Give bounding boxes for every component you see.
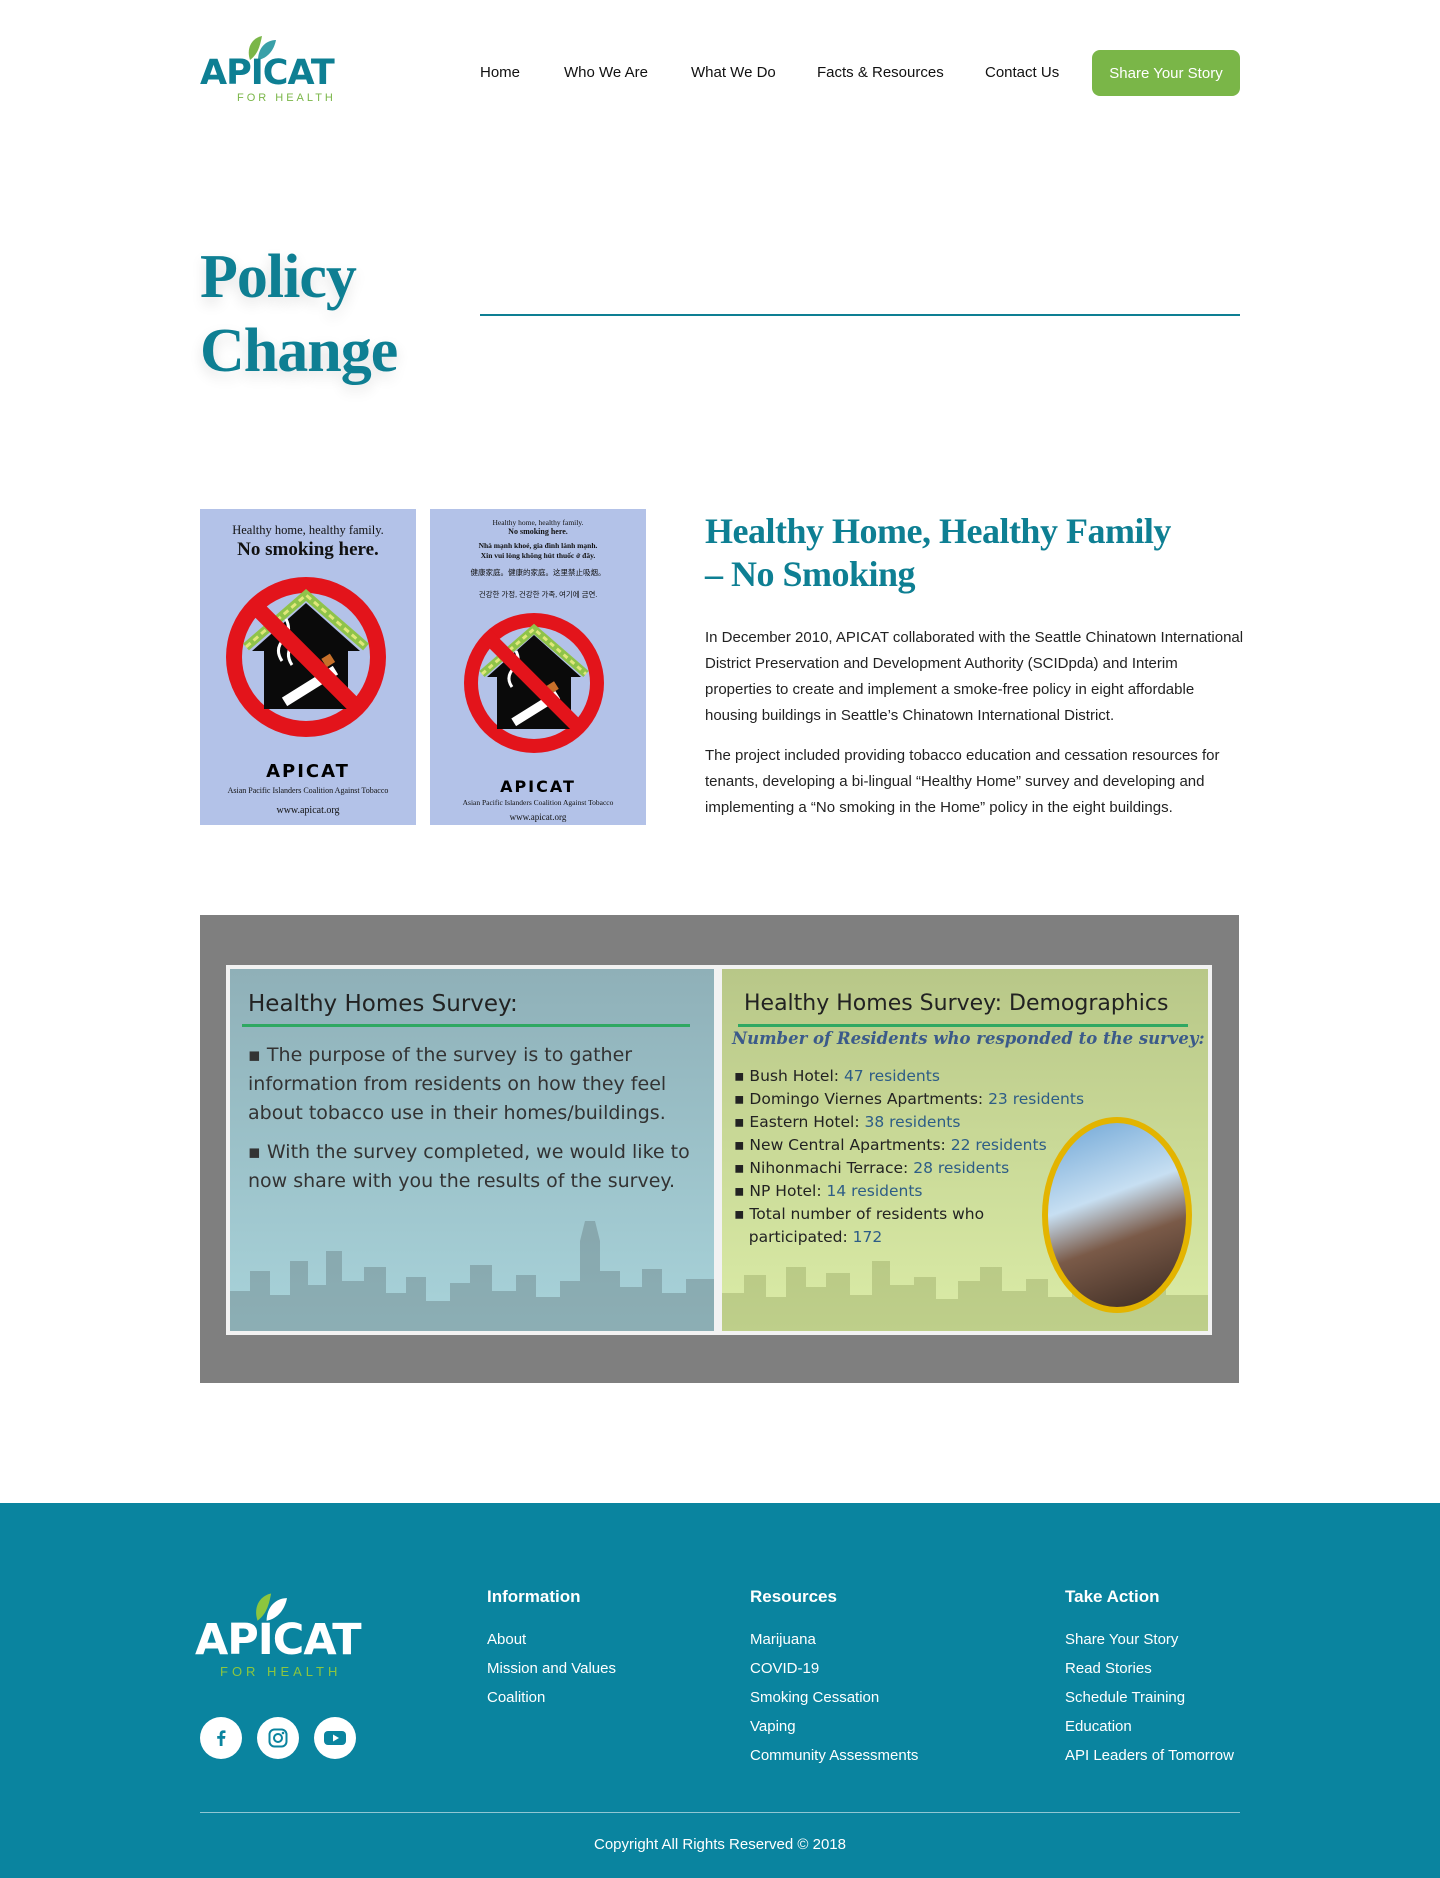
- footer-link-community-assessments[interactable]: Community Assessments: [750, 1741, 918, 1770]
- building-name: ▪ Nihonmachi Terrace:: [734, 1159, 909, 1177]
- footer-column-information: Information About Mission and Values Coa…: [487, 1587, 616, 1712]
- residents-total-value: 172: [852, 1228, 883, 1246]
- demographics-slide: Healthy Homes Survey: Demographics Numbe…: [722, 969, 1208, 1331]
- footer-logo-tagline: FOR HEALTH: [220, 1664, 342, 1679]
- footer-link-smoking-cessation[interactable]: Smoking Cessation: [750, 1683, 918, 1712]
- poster-org: Asian Pacific Islanders Coalition Agains…: [227, 786, 389, 795]
- survey-slides-image: Healthy Homes Survey: ▪ The purpose of t…: [200, 915, 1239, 1383]
- footer-divider: [200, 1812, 1240, 1813]
- nav-home[interactable]: Home: [480, 64, 520, 81]
- footer-logo-wordmark: APICAT: [195, 1615, 362, 1665]
- poster2-org: Asian Pacific Islanders Coalition Agains…: [462, 798, 614, 807]
- slide-left-bullet-1: ▪ The purpose of the survey is to gather…: [248, 1044, 667, 1124]
- slide-left-underline: [242, 1024, 690, 1027]
- no-smoking-poster-multilingual: Healthy home, healthy family. No smoking…: [430, 509, 646, 825]
- building-name: ▪ New Central Apartments:: [734, 1136, 946, 1154]
- logo-tagline: FOR HEALTH: [237, 92, 336, 104]
- instagram-link[interactable]: [257, 1717, 299, 1759]
- footer-column-resources: Resources Marijuana COVID-19 Smoking Ces…: [750, 1587, 918, 1770]
- article-paragraph-1: In December 2010, APICAT collaborated wi…: [705, 629, 1244, 724]
- slide-left-title: Healthy Homes Survey:: [248, 991, 518, 1017]
- slides-frame: Healthy Homes Survey: ▪ The purpose of t…: [226, 965, 1212, 1335]
- footer-column-take-action: Take Action Share Your Story Read Storie…: [1065, 1587, 1234, 1770]
- poster2-vi-line2: Xin vui lòng không hút thuốc ở đây.: [480, 551, 596, 560]
- footer-logo[interactable]: APICAT FOR HEALTH: [195, 1589, 370, 1681]
- poster-line1: Healthy home, healthy family.: [232, 523, 384, 537]
- footer-heading: Resources: [750, 1587, 837, 1606]
- copyright-text: Copyright All Rights Reserved © 2018: [593, 1836, 846, 1853]
- page-title-line1: Policy: [200, 243, 357, 311]
- footer-heading: Take Action: [1065, 1587, 1160, 1606]
- article-title-line1: Healthy Home, Healthy Family: [705, 511, 1171, 551]
- instagram-icon: [268, 1728, 288, 1748]
- footer-link-vaping[interactable]: Vaping: [750, 1712, 918, 1741]
- site-footer: APICAT FOR HEALTH Information About Miss…: [0, 1503, 1440, 1878]
- footer-link-marijuana[interactable]: Marijuana: [750, 1625, 918, 1654]
- footer-link-share-story[interactable]: Share Your Story: [1065, 1625, 1234, 1654]
- footer-link-api-leaders[interactable]: API Leaders of Tomorrow: [1065, 1741, 1234, 1770]
- nav-what-we-do[interactable]: What We Do: [691, 64, 776, 81]
- footer-link-about[interactable]: About: [487, 1625, 616, 1654]
- poster2-line2: No smoking here.: [508, 527, 568, 536]
- residents-count: 22 residents: [950, 1136, 1047, 1154]
- apicat-logo[interactable]: APICAT FOR HEALTH: [200, 32, 340, 108]
- residents-count: 28 residents: [913, 1159, 1010, 1177]
- footer-link-covid[interactable]: COVID-19: [750, 1654, 918, 1683]
- footer-link-mission[interactable]: Mission and Values: [487, 1654, 616, 1683]
- nav-contact-us[interactable]: Contact Us: [985, 64, 1059, 81]
- poster-line2: No smoking here.: [237, 539, 379, 560]
- no-smoking-house-icon: [464, 613, 604, 753]
- residents-list-item: ▪ Domingo Viernes Apartments: 23 residen…: [734, 1088, 1194, 1111]
- footer-link-read-stories[interactable]: Read Stories: [1065, 1654, 1234, 1683]
- share-your-story-button[interactable]: Share Your Story: [1092, 50, 1240, 96]
- no-smoking-house-icon: [226, 577, 386, 737]
- poster2-line1: Healthy home, healthy family.: [492, 518, 584, 527]
- slide-right-title: Healthy Homes Survey: Demographics: [744, 991, 1169, 1016]
- residents-total-label: participated:: [748, 1228, 848, 1246]
- city-skyline-graphic: [230, 1221, 714, 1331]
- slide-right-subhead: Number of Residents who responded to the…: [732, 1029, 1205, 1048]
- youtube-link[interactable]: [314, 1717, 356, 1759]
- no-smoking-poster-english: Healthy home, healthy family. No smoking…: [200, 509, 416, 825]
- building-name: ▪ NP Hotel:: [734, 1182, 822, 1200]
- residents-count: 38 residents: [864, 1113, 961, 1131]
- building-name: ▪ Domingo Viernes Apartments:: [734, 1090, 984, 1108]
- residents-count: 47 residents: [843, 1067, 940, 1085]
- footer-heading: Information: [487, 1587, 581, 1606]
- building-name: ▪ Bush Hotel:: [734, 1067, 839, 1085]
- slide-left-bullet-2: ▪ With the survey completed, we would li…: [248, 1141, 690, 1192]
- nav-facts-resources[interactable]: Facts & Resources: [817, 64, 944, 81]
- residents-count: 14 residents: [826, 1182, 923, 1200]
- facebook-link[interactable]: [200, 1717, 242, 1759]
- youtube-icon: [324, 1731, 346, 1745]
- footer-link-schedule-training[interactable]: Schedule Training: [1065, 1683, 1234, 1712]
- residents-list-item: ▪ Bush Hotel: 47 residents: [734, 1065, 1194, 1088]
- building-name: ▪ Eastern Hotel:: [734, 1113, 860, 1131]
- poster2-url: www.apicat.org: [509, 812, 567, 822]
- title-divider: [480, 314, 1240, 316]
- page-title-line2: Change: [200, 317, 398, 385]
- poster-url: www.apicat.org: [276, 805, 340, 816]
- poster-brand: APICAT: [266, 761, 350, 782]
- logo-wordmark: APICAT: [200, 53, 335, 93]
- footer-link-education[interactable]: Education: [1065, 1712, 1234, 1741]
- article-paragraph-2: The project included providing tobacco e…: [705, 747, 1220, 816]
- poster2-zh-line: 健康家庭。健康的家庭。这里禁止吸烟。: [470, 568, 606, 577]
- survey-slide: Healthy Homes Survey: ▪ The purpose of t…: [230, 969, 714, 1331]
- page-title: Policy Change: [200, 240, 398, 388]
- footer-link-coalition[interactable]: Coalition: [487, 1683, 616, 1712]
- slide-right-underline: [738, 1024, 1188, 1027]
- article-title: Healthy Home, Healthy Family – No Smokin…: [705, 510, 1225, 596]
- nav-who-we-are[interactable]: Who We Are: [564, 64, 648, 81]
- site-header: APICAT FOR HEALTH Home Who We Are What W…: [0, 0, 1440, 150]
- chinatown-street-photo: [1042, 1117, 1192, 1313]
- poster2-brand: APICAT: [500, 777, 576, 796]
- slide-left-bullets: ▪ The purpose of the survey is to gather…: [248, 1041, 698, 1206]
- article-title-line2: – No Smoking: [705, 554, 916, 594]
- facebook-icon: [217, 1730, 226, 1746]
- poster2-ko-line: 건강한 가정, 건강한 가족, 여기에 금연.: [478, 590, 598, 599]
- poster2-vi-line1: Nhà mạnh khoẻ, gia đình lành mạnh.: [478, 541, 598, 550]
- residents-count: 23 residents: [988, 1090, 1085, 1108]
